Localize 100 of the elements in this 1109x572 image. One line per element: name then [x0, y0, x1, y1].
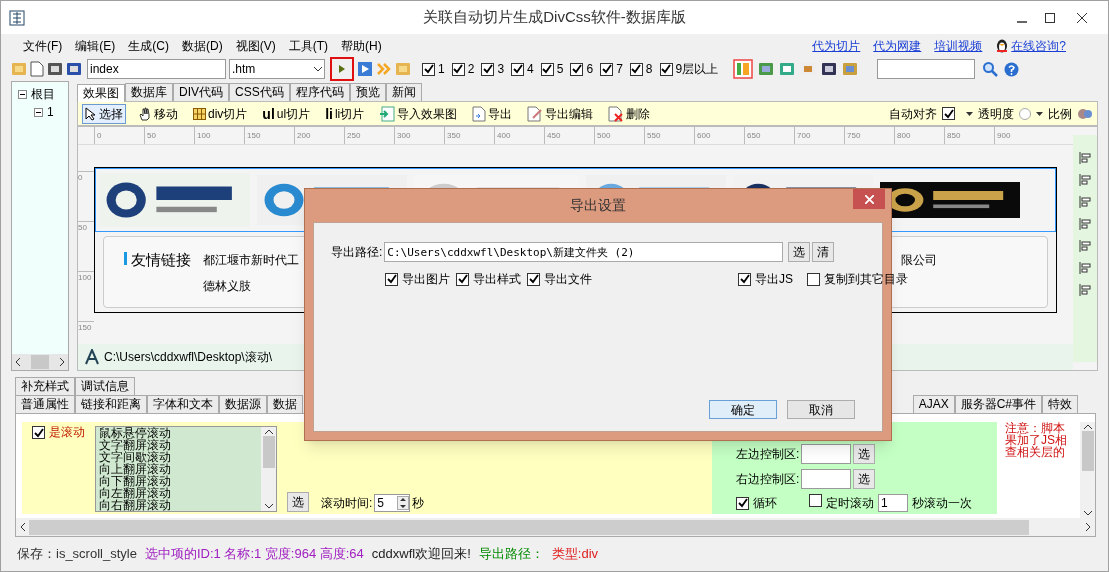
tool-button[interactable]: 导出 [469, 103, 516, 124]
menu-item[interactable]: 编辑(E) [75, 36, 116, 55]
list-item[interactable]: 向左翻屏滚动 [99, 487, 261, 499]
arrow-left-icon[interactable] [20, 523, 25, 531]
scroll-checkbox[interactable] [32, 426, 45, 439]
tool-button[interactable]: 导出编辑 [524, 103, 597, 124]
property-tab[interactable]: 普通属性 [15, 395, 75, 413]
pick-button[interactable]: 选 [853, 444, 876, 464]
time-spinner[interactable]: 5 [374, 494, 411, 512]
arrow-down-icon[interactable] [1083, 511, 1092, 516]
tool-button[interactable]: li li切片 [322, 103, 368, 124]
property-tab[interactable]: 链接和距离 [75, 395, 147, 413]
tool-button[interactable]: 移动 [135, 103, 181, 124]
link[interactable]: 培训视频 [934, 36, 983, 55]
cancel-button[interactable]: 取消 [787, 400, 855, 419]
tool-button[interactable]: 导入效果图 [376, 103, 461, 124]
link[interactable]: 在线咨询? [1011, 36, 1066, 55]
arrow-up-icon[interactable] [264, 429, 273, 434]
option-checkbox[interactable] [456, 272, 469, 286]
property-tab[interactable]: 补充样式 [15, 377, 75, 395]
tree-item[interactable]: 1 [47, 103, 54, 121]
collapse-icon[interactable] [18, 89, 27, 99]
property-tab[interactable]: AJAX [912, 395, 955, 413]
link[interactable]: 代为切片 [812, 36, 861, 55]
play-icon[interactable] [357, 61, 373, 77]
control-field[interactable] [801, 469, 852, 489]
property-tab[interactable]: 特效 [1042, 395, 1078, 413]
search-icon[interactable] [982, 61, 999, 77]
tool-button[interactable]: 删除 [605, 103, 654, 124]
option-checkbox[interactable] [807, 272, 820, 286]
tool-button[interactable]: ul ul切片 [259, 103, 314, 124]
pick-button[interactable]: 选 [853, 469, 876, 489]
extension-dropdown[interactable]: .htm [229, 59, 325, 79]
page-name-field[interactable]: index [87, 59, 226, 79]
property-tab[interactable]: 调试信息 [75, 377, 135, 395]
arrow-up-icon[interactable] [1083, 424, 1092, 429]
friend-link[interactable]: 德林义肢 [203, 277, 299, 295]
effect-list[interactable]: 鼠标悬停滚动 文字翻屏滚动 文字间歇滚动 向上翻屏滚动 向下翻屏滚动 向左翻屏滚动 向右翻屏滚动 [95, 426, 277, 512]
menu-item[interactable]: 帮助(H) [341, 36, 382, 55]
property-tab[interactable]: 服务器C#事件 [954, 395, 1042, 413]
caret-icon[interactable] [966, 111, 973, 116]
spinner-arrows-icon[interactable] [397, 496, 410, 510]
list-item[interactable]: 向上翻屏滚动 [99, 463, 261, 475]
help-icon[interactable] [1004, 61, 1020, 77]
layer-checkbox[interactable] [511, 62, 525, 76]
pick-button[interactable]: 选 [788, 242, 811, 262]
editor-tab[interactable]: 数据库 [125, 83, 173, 101]
caret-icon[interactable] [1036, 111, 1043, 116]
tree-item[interactable]: 根目 [31, 85, 55, 103]
list-item[interactable]: 向下翻屏滚动 [99, 475, 261, 487]
interval-field[interactable]: 1 [878, 494, 908, 512]
property-tab[interactable]: 字体和文本 [147, 395, 219, 413]
scrollbar[interactable] [261, 427, 276, 511]
timed-checkbox[interactable] [809, 494, 822, 507]
arrow-right-icon[interactable] [60, 358, 65, 366]
menu-item[interactable]: 文件(F) [23, 36, 63, 55]
editor-tab[interactable]: 效果图 [77, 84, 125, 102]
new-file-icon[interactable] [30, 61, 44, 77]
image-icon[interactable] [758, 61, 775, 77]
layer-checkbox[interactable] [629, 62, 643, 76]
scrollbar[interactable] [16, 518, 1095, 536]
loop-checkbox[interactable] [736, 496, 749, 510]
editor-tab[interactable]: DIV代码 [173, 83, 229, 101]
friend-link[interactable]: 都江堰市新时代工 [203, 251, 299, 269]
layer-checkbox[interactable] [451, 62, 465, 76]
menu-item[interactable]: 生成(C) [128, 36, 169, 55]
menu-item[interactable]: 视图(V) [235, 36, 276, 55]
menu-item[interactable]: 工具(T) [288, 36, 328, 55]
arrow-right-icon[interactable] [1086, 523, 1091, 531]
arrow-down-icon[interactable] [264, 504, 273, 509]
pick-button[interactable]: 选 [287, 492, 309, 512]
auto-align-checkbox[interactable] [942, 107, 955, 120]
list-item[interactable]: 文字间歇滚动 [99, 451, 261, 463]
link[interactable]: 代为网建 [873, 36, 922, 55]
editor-tab[interactable]: 预览 [349, 83, 386, 101]
scrollbar[interactable] [1080, 422, 1095, 518]
collapse-icon[interactable] [34, 107, 43, 117]
export-path-field[interactable]: C:\Users\cddxwfl\Desktop\新建文件夹 (2) [384, 242, 784, 262]
option-checkbox[interactable] [385, 272, 398, 286]
property-tab[interactable]: 数据 [267, 395, 303, 413]
list-item[interactable]: 文字翻屏滚动 [99, 439, 261, 451]
clear-button[interactable]: 清 [812, 242, 835, 262]
align-left-icon[interactable] [1078, 151, 1092, 165]
list-item[interactable]: 向右翻屏滚动 [99, 499, 261, 511]
tool-button[interactable]: div切片 [190, 103, 251, 124]
tool-button[interactable]: 选择 [82, 103, 126, 124]
run-button[interactable] [330, 57, 354, 81]
layer-checkbox[interactable] [600, 62, 614, 76]
option-checkbox[interactable] [527, 272, 540, 286]
layer-checkbox[interactable] [570, 62, 584, 76]
menu-item[interactable]: 数据(D) [182, 36, 223, 55]
editor-tab[interactable]: 新闻 [385, 83, 422, 101]
scrollbar[interactable] [12, 354, 68, 370]
control-field[interactable] [801, 444, 852, 464]
layout-icon[interactable] [733, 59, 754, 79]
friend-link[interactable]: 限公司 [901, 249, 937, 269]
arrow-left-icon[interactable] [15, 358, 20, 366]
layer-checkbox[interactable] [481, 62, 495, 76]
list-item[interactable]: 鼠标悬停滚动 [99, 427, 261, 439]
ok-button[interactable]: 确定 [709, 400, 777, 419]
